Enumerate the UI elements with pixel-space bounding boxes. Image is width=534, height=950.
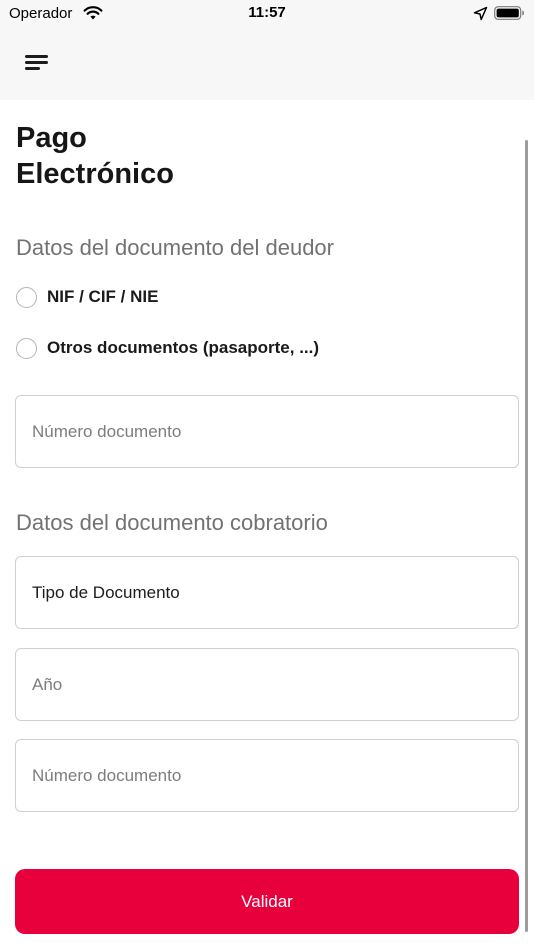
collection-section-title: Datos del documento cobratorio bbox=[16, 510, 328, 535]
radio-label: Otros documentos (pasaporte, ...) bbox=[47, 338, 320, 357]
scrollbar[interactable] bbox=[525, 140, 528, 932]
collection-document-number-field[interactable] bbox=[15, 739, 519, 812]
status-bar: Operador 11:57 bbox=[0, 0, 534, 28]
radio-label: NIF / CIF / NIE bbox=[47, 287, 159, 306]
radio-button-circle[interactable] bbox=[16, 286, 37, 308]
debtor-section-title: Datos del documento del deudor bbox=[16, 235, 334, 260]
page-title-line-2: Electrónico bbox=[16, 158, 174, 190]
year-input[interactable] bbox=[32, 674, 518, 695]
debtor-document-number-field[interactable] bbox=[15, 395, 519, 468]
radio-other-documents[interactable]: Otros documentos (pasaporte, ...) bbox=[16, 336, 319, 360]
hamburger-menu-icon[interactable] bbox=[18, 46, 54, 78]
document-type-select[interactable]: Tipo de Documento bbox=[15, 556, 519, 629]
radio-nif-cif-nie[interactable]: NIF / CIF / NIE bbox=[16, 285, 158, 309]
page-title-line-1: Pago bbox=[16, 122, 87, 154]
radio-button-circle[interactable] bbox=[16, 337, 37, 359]
page-title: Pago Electrónico bbox=[16, 120, 316, 192]
debtor-document-number-input[interactable] bbox=[32, 421, 518, 442]
location-arrow-icon bbox=[473, 6, 488, 21]
year-field[interactable] bbox=[15, 648, 519, 721]
navigation-bar bbox=[0, 28, 534, 100]
validate-button[interactable]: Validar bbox=[15, 869, 519, 934]
document-type-value: Tipo de Documento bbox=[32, 582, 180, 602]
battery-icon bbox=[494, 6, 524, 20]
clock: 11:57 bbox=[248, 4, 286, 21]
collection-document-number-input[interactable] bbox=[32, 765, 518, 786]
